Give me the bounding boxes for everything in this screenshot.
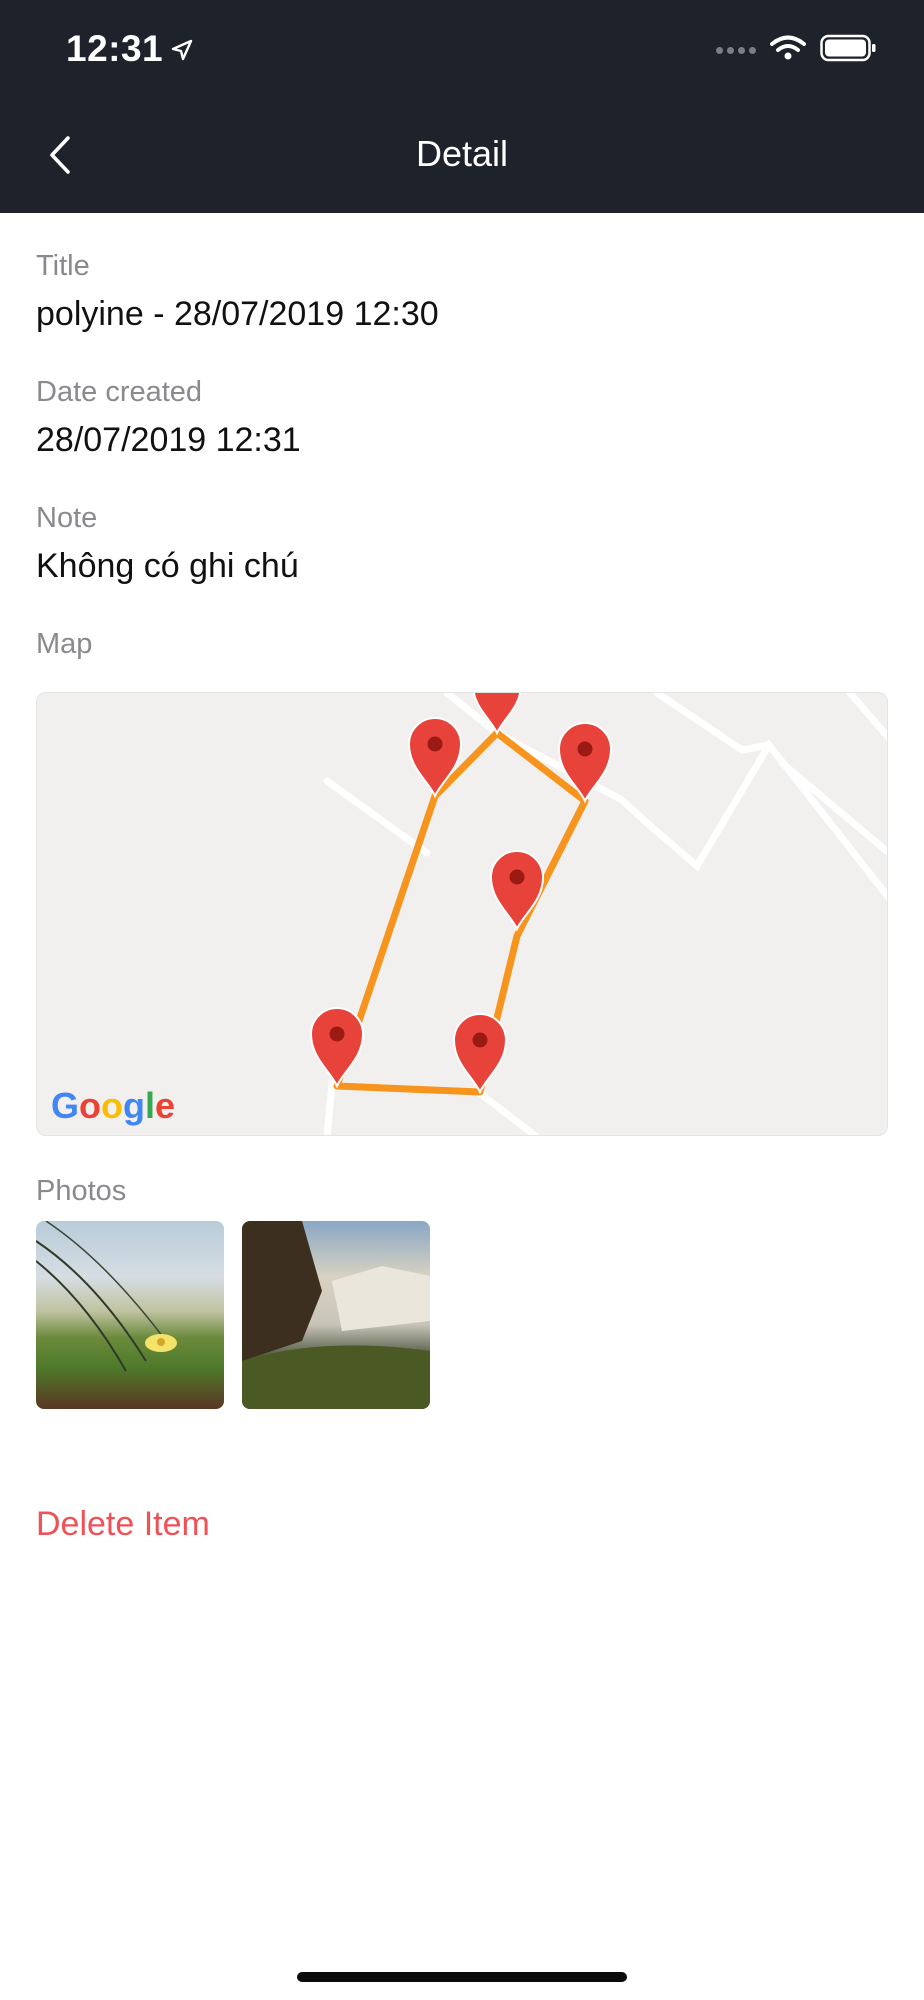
photos-label: Photos [36, 1175, 127, 1207]
home-indicator[interactable] [297, 1972, 627, 1982]
map-marker-icon[interactable] [309, 1007, 365, 1089]
page-title: Detail [415, 133, 509, 174]
flower-photo-image [36, 1221, 177, 1372]
status-bar-time: 12:31 [66, 28, 193, 70]
map-marker-icon[interactable] [489, 850, 545, 932]
note-label: Note [36, 502, 98, 534]
time-text: 12:31 [66, 28, 164, 69]
cellular-signal-icon [716, 47, 756, 54]
navigation-header: 12:31 Detail [0, 0, 924, 213]
photo-thumbnail[interactable] [242, 1221, 430, 1409]
route-map[interactable]: Google [36, 692, 888, 1136]
title-value: polyine - 28/07/2019 12:30 [36, 295, 439, 333]
photo-gallery [36, 1221, 430, 1409]
waterfall-photo-image [242, 1221, 430, 1409]
note-value: Không có ghi chú [36, 547, 299, 585]
date-created-label: Date created [36, 376, 203, 408]
map-marker-icon[interactable] [407, 717, 463, 799]
battery-icon [820, 34, 876, 67]
status-bar-indicators [716, 34, 876, 67]
map-marker-icon[interactable] [472, 693, 522, 736]
map-marker-icon[interactable] [452, 1013, 508, 1095]
date-created-value: 28/07/2019 12:31 [36, 421, 301, 459]
photo-thumbnail[interactable] [36, 1221, 224, 1409]
title-label: Title [36, 250, 90, 282]
wifi-icon [770, 35, 806, 66]
google-logo: Google [51, 1085, 175, 1126]
location-arrow-icon [171, 28, 193, 70]
delete-item-button[interactable]: Delete Item [36, 1505, 210, 1544]
map-label: Map [36, 628, 93, 660]
